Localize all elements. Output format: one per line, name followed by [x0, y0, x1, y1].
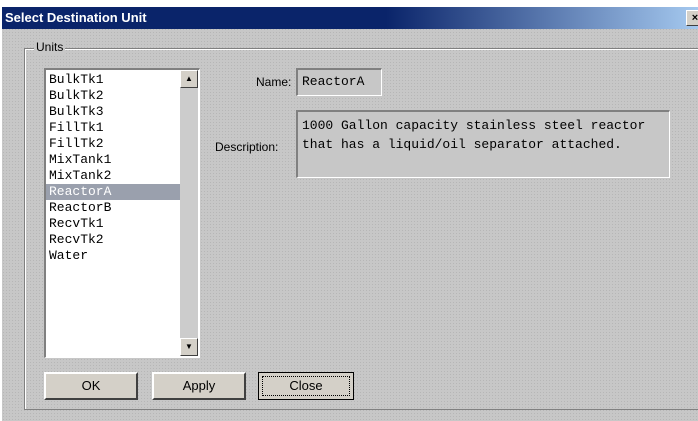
list-item[interactable]: FillTk2 — [46, 136, 180, 152]
list-item[interactable]: FillTk1 — [46, 120, 180, 136]
dialog-title: Select Destination Unit — [5, 10, 147, 25]
ok-button[interactable]: OK — [44, 372, 138, 400]
apply-button[interactable]: Apply — [152, 372, 246, 400]
apply-button-label: Apply — [182, 378, 216, 393]
list-item[interactable]: Water — [46, 248, 180, 264]
list-item[interactable]: RecvTk2 — [46, 232, 180, 248]
name-label: Name: — [256, 75, 292, 89]
scroll-down-arrow-icon[interactable]: ▼ — [180, 338, 198, 356]
close-button-label: Close — [262, 376, 350, 396]
list-item[interactable]: ReactorB — [46, 200, 180, 216]
list-item[interactable]: BulkTk3 — [46, 104, 180, 120]
scroll-up-arrow-icon[interactable]: ▲ — [180, 70, 198, 88]
close-button[interactable]: Close — [258, 372, 354, 400]
list-item[interactable]: RecvTk1 — [46, 216, 180, 232]
units-list: BulkTk1 BulkTk2 BulkTk3 FillTk1 FillTk2 MixTa… — [46, 72, 180, 264]
list-item[interactable]: MixTank2 — [46, 168, 180, 184]
description-label: Description: — [215, 140, 279, 154]
units-group-label: Units — [34, 40, 66, 54]
listbox-scrollbar[interactable]: ▲ ▼ — [180, 70, 198, 356]
list-item[interactable]: ReactorA — [46, 184, 180, 200]
description-field: 1000 Gallon capacity stainless steel rea… — [296, 110, 670, 178]
units-listbox[interactable]: BulkTk1 BulkTk2 BulkTk3 FillTk1 FillTk2 MixTa… — [44, 68, 200, 358]
close-x-icon[interactable]: × — [686, 10, 698, 26]
name-field: ReactorA — [296, 68, 382, 96]
list-item[interactable]: MixTank1 — [46, 152, 180, 168]
list-item[interactable]: BulkTk1 — [46, 72, 180, 88]
title-bar[interactable]: Select Destination Unit × — [2, 7, 698, 29]
list-item[interactable]: BulkTk2 — [46, 88, 180, 104]
